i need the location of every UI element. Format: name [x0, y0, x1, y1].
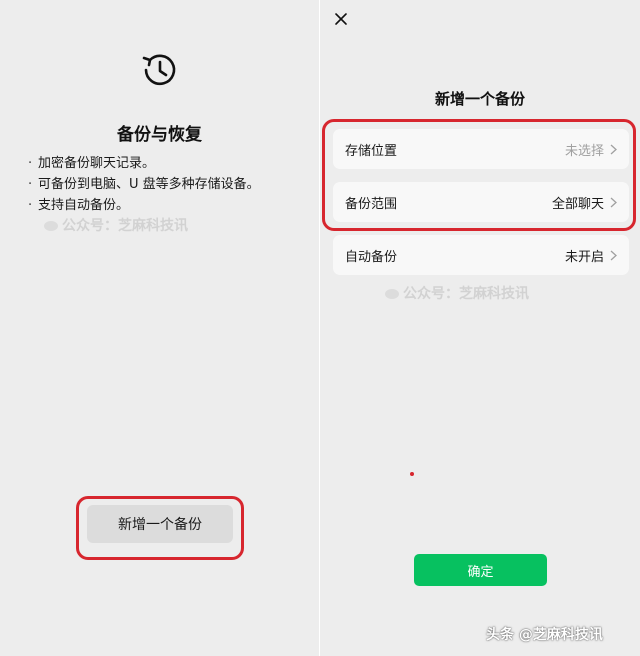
feature-text: 可备份到电脑、U 盘等多种存储设备。 — [38, 177, 260, 192]
feature-text: 加密备份聊天记录。 — [38, 156, 156, 171]
history-icon — [142, 54, 176, 86]
highlight-outline — [322, 119, 636, 231]
list-item: · 支持自动备份。 — [28, 195, 298, 216]
watermark: 公众号：芝麻科技讯 — [44, 215, 188, 235]
list-item: · 可备份到电脑、U 盘等多种存储设备。 — [28, 174, 298, 195]
feature-text: 支持自动备份。 — [38, 198, 130, 213]
annotation-dot — [410, 472, 414, 476]
watermark-text: 公众号：芝麻科技讯 — [403, 286, 529, 302]
wechat-logo-icon — [44, 221, 58, 231]
list-item: · 加密备份聊天记录。 — [28, 153, 298, 174]
chevron-right-icon — [610, 250, 617, 260]
watermark: 公众号：芝麻科技讯 — [385, 283, 529, 303]
footer-credit: 头条 @芝麻科技讯 — [486, 627, 603, 643]
bullet-marker: · — [28, 156, 33, 171]
dialog-title: 新增一个备份 — [434, 90, 525, 108]
wechat-logo-icon — [385, 289, 399, 299]
close-icon[interactable] — [333, 11, 349, 27]
page-title: 备份与恢复 — [117, 125, 202, 145]
row-value-group: 未开启 — [565, 246, 617, 265]
feature-list: · 加密备份聊天记录。 · 可备份到电脑、U 盘等多种存储设备。 · 支持自动备份。 — [28, 153, 298, 216]
add-backup-button[interactable]: 新增一个备份 — [87, 505, 233, 543]
confirm-button[interactable]: 确定 — [414, 554, 547, 586]
row-value: 未开启 — [564, 249, 604, 265]
row-label: 自动备份 — [345, 249, 398, 265]
bullet-marker: · — [28, 177, 33, 192]
bullet-marker: · — [28, 198, 33, 213]
setting-row-auto-backup[interactable]: 自动备份 未开启 — [333, 235, 629, 275]
watermark-text: 公众号：芝麻科技讯 — [62, 218, 188, 234]
